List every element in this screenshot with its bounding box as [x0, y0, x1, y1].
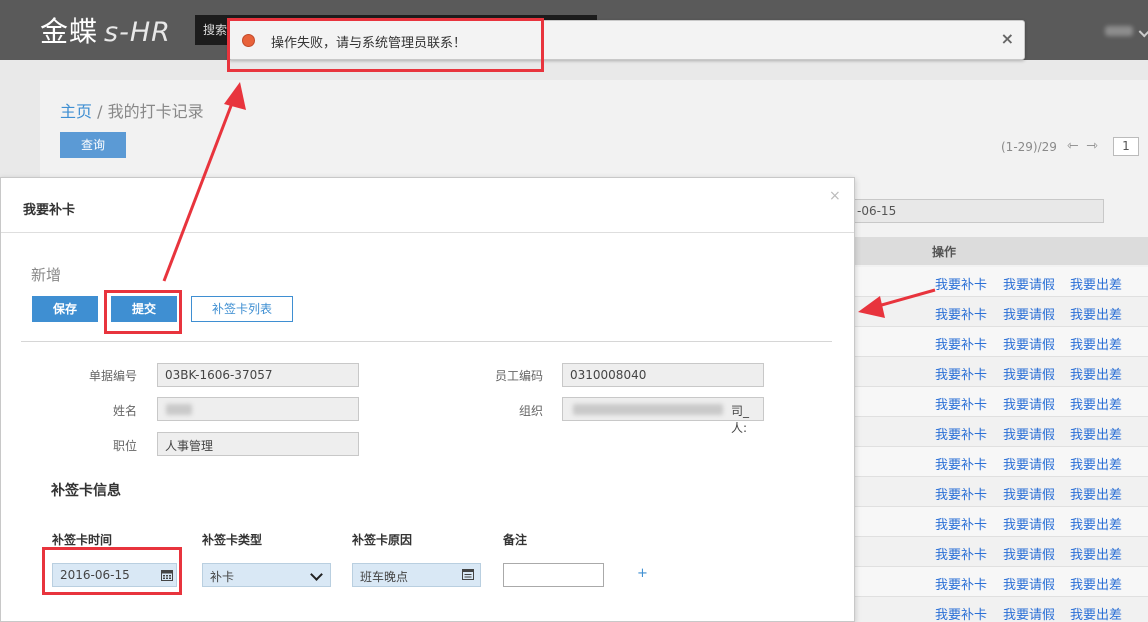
business-trip-link[interactable]: 我要出差: [1070, 364, 1122, 383]
bill-no-label: 单据编号: [88, 369, 137, 383]
column-header-operation: 操作: [932, 245, 957, 259]
business-trip-link[interactable]: 我要出差: [1070, 604, 1122, 622]
supplement-card-link[interactable]: 我要补卡: [935, 394, 987, 413]
redacted-name: [166, 404, 192, 415]
table-row: 我要补卡 我要请假 我要出差: [855, 297, 1148, 327]
supplement-card-link[interactable]: 我要补卡: [935, 364, 987, 383]
column-header-type: 补签卡类型: [202, 533, 263, 547]
table-row: 我要补卡 我要请假 我要出差: [855, 597, 1148, 622]
column-header-time: 补签卡时间: [52, 533, 113, 547]
highlight-box-notification: [227, 18, 544, 72]
logo[interactable]: 金蝶 s-HR: [40, 10, 171, 50]
table-row: 我要补卡 我要请假 我要出差: [855, 567, 1148, 597]
leave-request-link[interactable]: 我要请假: [1003, 604, 1055, 622]
business-trip-link[interactable]: 我要出差: [1070, 544, 1122, 563]
position-label: 职位: [112, 439, 137, 453]
breadcrumb-home[interactable]: 主页: [60, 102, 92, 121]
leave-request-link[interactable]: 我要请假: [1003, 514, 1055, 533]
user-menu[interactable]: [1105, 26, 1133, 36]
table-header: [855, 237, 1148, 265]
leave-request-link[interactable]: 我要请假: [1003, 484, 1055, 503]
page-number-input[interactable]: 1: [1113, 137, 1139, 156]
leave-request-link[interactable]: 我要请假: [1003, 454, 1055, 473]
business-trip-link[interactable]: 我要出差: [1070, 514, 1122, 533]
divider: [21, 341, 832, 342]
bill-no-field[interactable]: 03BK-1606-37057: [157, 363, 359, 387]
employee-code-field[interactable]: 0310008040: [562, 363, 764, 387]
save-button[interactable]: 保存: [32, 296, 98, 322]
leave-request-link[interactable]: 我要请假: [1003, 274, 1055, 293]
supplement-card-link[interactable]: 我要补卡: [935, 574, 987, 593]
table-row: 我要补卡 我要请假 我要出差: [855, 417, 1148, 447]
breadcrumb-current: 我的打卡记录: [107, 102, 204, 121]
employee-code-label: 员工编码: [494, 369, 543, 383]
business-trip-link[interactable]: 我要出差: [1070, 574, 1122, 593]
breadcrumb-separator: /: [97, 102, 103, 121]
name-label: 姓名: [112, 404, 137, 418]
table-row: 我要补卡 我要请假 我要出差: [855, 477, 1148, 507]
query-button[interactable]: 查询: [60, 132, 126, 158]
leave-request-link[interactable]: 我要请假: [1003, 304, 1055, 323]
table-row: 我要补卡 我要请假 我要出差: [855, 447, 1148, 477]
chevron-down-icon[interactable]: [1138, 24, 1148, 38]
name-field[interactable]: [157, 397, 359, 421]
supplement-card-dialog: 我要补卡 × 新增 保存 提交 补签卡列表 单据编号 03BK-1606-370…: [0, 177, 855, 622]
dialog-close-icon[interactable]: ×: [829, 188, 841, 204]
supplement-card-link[interactable]: 我要补卡: [935, 604, 987, 622]
org-field[interactable]: 司_人:: [562, 397, 764, 435]
next-page-icon[interactable]: ⇾: [1086, 138, 1098, 154]
leave-request-link[interactable]: 我要请假: [1003, 334, 1055, 353]
supplement-card-link[interactable]: 我要补卡: [935, 484, 987, 503]
highlight-box-submit: [104, 290, 182, 334]
table-body: 我要补卡 我要请假 我要出差 我要补卡 我要请假 我要出差 我要补卡 我要请假 我要出差 我要补卡…: [855, 267, 1148, 622]
prev-page-icon[interactable]: ⇽: [1067, 138, 1079, 154]
business-trip-link[interactable]: 我要出差: [1070, 394, 1122, 413]
table-row: 我要补卡 我要请假 我要出差: [855, 267, 1148, 297]
supplement-card-link[interactable]: 我要补卡: [935, 304, 987, 323]
pager-range: (1-29)/29: [1001, 140, 1057, 154]
table-row: 我要补卡 我要请假 我要出差: [855, 357, 1148, 387]
supplement-card-link[interactable]: 我要补卡: [935, 544, 987, 563]
leave-request-link[interactable]: 我要请假: [1003, 424, 1055, 443]
supplement-card-link[interactable]: 我要补卡: [935, 274, 987, 293]
dialog-title: 我要补卡: [23, 203, 76, 218]
column-header-remark: 备注: [503, 533, 528, 547]
supplement-list-button[interactable]: 补签卡列表: [191, 296, 293, 322]
add-row-button[interactable]: +: [637, 566, 648, 581]
logo-sub: s-HR: [104, 17, 171, 48]
business-trip-link[interactable]: 我要出差: [1070, 454, 1122, 473]
business-trip-link[interactable]: 我要出差: [1070, 334, 1122, 353]
supplement-card-link[interactable]: 我要补卡: [935, 424, 987, 443]
list-picker-icon[interactable]: [462, 569, 474, 580]
leave-request-link[interactable]: 我要请假: [1003, 394, 1055, 413]
section-title: 补签卡信息: [51, 483, 121, 499]
logo-main: 金蝶: [40, 15, 99, 48]
highlight-box-date: [42, 547, 182, 595]
breadcrumb: 主页 / 我的打卡记录: [60, 98, 204, 122]
supplement-card-link[interactable]: 我要补卡: [935, 514, 987, 533]
business-trip-link[interactable]: 我要出差: [1070, 274, 1122, 293]
position-field[interactable]: 人事管理: [157, 432, 359, 456]
business-trip-link[interactable]: 我要出差: [1070, 484, 1122, 503]
leave-request-link[interactable]: 我要请假: [1003, 574, 1055, 593]
org-label: 组织: [518, 404, 543, 418]
business-trip-link[interactable]: 我要出差: [1070, 304, 1122, 323]
form-state: 新增: [31, 266, 62, 284]
supplement-card-link[interactable]: 我要补卡: [935, 454, 987, 473]
table-row: 我要补卡 我要请假 我要出差: [855, 327, 1148, 357]
divider: [1, 232, 854, 233]
date-filter-input[interactable]: -06-15: [840, 199, 1104, 223]
leave-request-link[interactable]: 我要请假: [1003, 544, 1055, 563]
supplement-card-link[interactable]: 我要补卡: [935, 334, 987, 353]
table-row: 我要补卡 我要请假 我要出差: [855, 507, 1148, 537]
redacted-org: [573, 404, 723, 415]
close-icon[interactable]: ×: [1001, 29, 1014, 48]
leave-request-link[interactable]: 我要请假: [1003, 364, 1055, 383]
table-row: 我要补卡 我要请假 我要出差: [855, 537, 1148, 567]
column-header-reason: 补签卡原因: [352, 533, 413, 547]
business-trip-link[interactable]: 我要出差: [1070, 424, 1122, 443]
remark-input[interactable]: [503, 563, 604, 587]
org-tail: 司_人:: [731, 404, 750, 435]
table-row: 我要补卡 我要请假 我要出差: [855, 387, 1148, 417]
